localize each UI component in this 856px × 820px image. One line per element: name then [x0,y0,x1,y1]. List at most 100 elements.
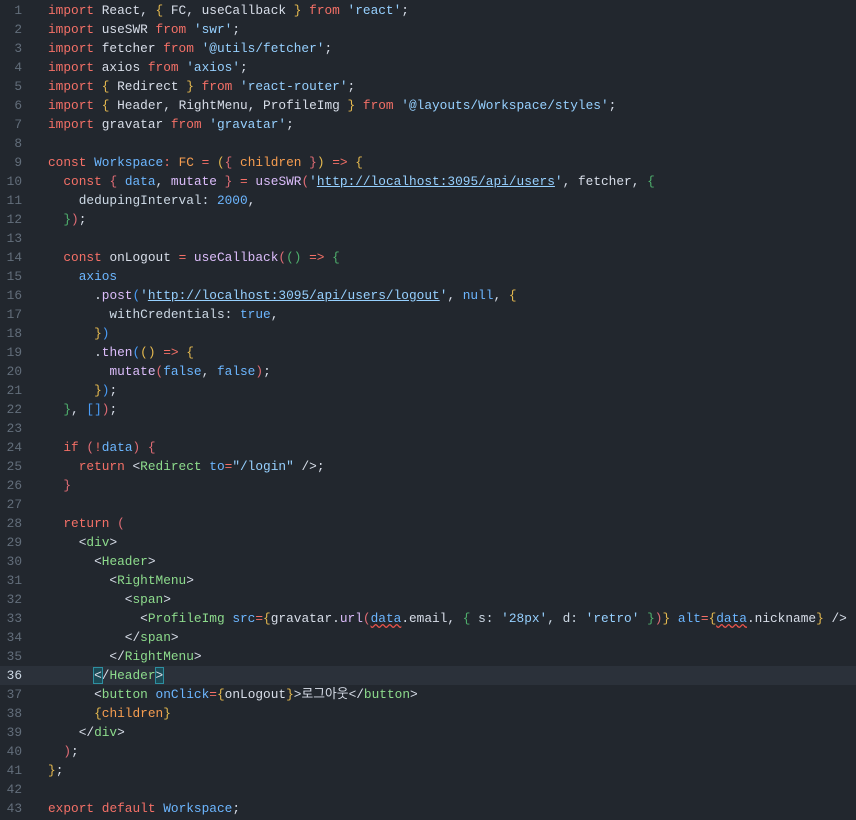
code-line[interactable]: 41}; [0,761,856,780]
code-token: span [140,630,171,645]
code-line[interactable]: 26 } [0,476,856,495]
code-line[interactable]: 3 import fetcher from '@utils/fetcher'; [0,39,856,58]
line-number: 2 [14,22,22,37]
code-line[interactable]: 4 import axios from 'axios'; [0,58,856,77]
code-token: FC, useCallback [163,3,294,18]
code-token: data [117,174,156,189]
code-token: gravatar [94,117,171,132]
code-token: s: [470,611,502,626]
code-token: import [48,22,95,37]
code-token: , [447,288,463,303]
code-line[interactable]: 24 if (!data) { [0,438,856,457]
code-line[interactable]: 5 import { Redirect } from 'react-router'… [0,77,856,96]
code-token: < [48,592,133,607]
code-token: withCredentials: [48,307,240,322]
code-token: } [163,706,171,721]
code-line[interactable]: 10 const { data, mutate } = useSWR('http… [0,172,856,191]
code-token: > [170,630,179,645]
code-token: ; [347,79,356,94]
code-line[interactable]: 27 [0,495,856,514]
code-line[interactable]: 15 axios [0,267,856,286]
code-line[interactable]: 40 ); [0,742,856,761]
code-text: <button onClick={onLogout}>로그아웃</button> [48,685,418,704]
code-line[interactable]: 35 </RightMenu> [0,647,856,666]
code-text: mutate(false, false); [48,362,270,381]
code-token: const [48,250,102,265]
code-token: button [101,687,148,702]
code-token: < [124,459,141,474]
code-token: useSWR [94,22,156,37]
code-line[interactable]: 32 <span> [0,590,856,609]
code-line[interactable]: 38 {children} [0,704,856,723]
code-text: ); [48,742,78,761]
code-line[interactable]: 30 <Header> [0,552,856,571]
code-token: => [155,345,187,360]
code-text: .then(() => { [48,343,194,362]
code-line[interactable]: 12 }); [0,210,856,229]
code-line[interactable]: 39 </div> [0,723,856,742]
code-token: import [48,117,95,132]
code-line[interactable]: 37 <button onClick={onLogout}>로그아웃</butt… [0,685,856,704]
code-line[interactable]: 21 }); [0,381,856,400]
code-text: .post('http://localhost:3095/api/users/l… [48,286,516,305]
code-token: : [163,155,179,170]
line-number: 21 [6,383,22,398]
code-line[interactable]: 20 mutate(false, false); [0,362,856,381]
code-text: </RightMenu> [48,647,201,666]
code-line[interactable]: 22 }, []); [0,400,856,419]
code-line[interactable]: 23 [0,419,856,438]
code-token: false [216,364,256,379]
line-number: 30 [6,554,22,569]
code-token: 'gravatar' [201,117,287,132]
code-line[interactable]: 33 <ProfileImg src={gravatar.url(data.em… [0,609,856,628]
code-line[interactable]: 28 return ( [0,514,856,533]
code-line[interactable]: 29 <div> [0,533,856,552]
code-token: Redirect [109,79,187,94]
code-token: "/login" [232,459,294,474]
code-token: { [332,250,340,265]
code-line[interactable]: 18 }) [0,324,856,343]
code-line[interactable]: 36 </Header> [0,666,856,685]
code-text: const onLogout = useCallback(() => { [48,248,340,267]
code-line[interactable]: 11 dedupingInterval: 2000, [0,191,856,210]
line-number: 33 [6,611,22,626]
code-token: import [48,41,95,56]
code-line[interactable]: 25 return <Redirect to="/login" />; [0,457,856,476]
code-token: } [662,611,671,626]
line-number: 43 [6,801,22,816]
code-line[interactable]: 14 const onLogout = useCallback(() => { [0,248,856,267]
code-line[interactable]: 13 [0,229,856,248]
code-editor[interactable]: 1 import React, { FC, useCallback } from … [0,0,856,818]
code-line[interactable]: 42 [0,780,856,799]
code-line[interactable]: 17 withCredentials: true, [0,305,856,324]
code-line[interactable]: 31 <RightMenu> [0,571,856,590]
line-number: 34 [6,630,22,645]
code-line[interactable]: 1 import React, { FC, useCallback } from … [0,1,856,20]
code-token: ) [101,326,110,341]
code-token: div [94,725,118,740]
code-line[interactable]: 8 [0,134,856,153]
code-line[interactable]: 9 const Workspace: FC = ({ children }) =>… [0,153,856,172]
code-text: }; [48,761,63,780]
code-token: ' [554,174,563,189]
code-line[interactable]: 2 import useSWR from 'swr'; [0,20,856,39]
code-line[interactable]: 19 .then(() => { [0,343,856,362]
code-line[interactable]: 16 .post('http://localhost:3095/api/user… [0,286,856,305]
code-line[interactable]: 34 </span> [0,628,856,647]
code-token: , fetcher, [562,174,648,189]
code-text: </div> [48,723,125,742]
code-line[interactable]: 7 import gravatar from 'gravatar'; [0,115,856,134]
code-token: ) [63,744,72,759]
code-line[interactable]: 43 export default Workspace; [0,799,856,818]
code-token: < [48,687,102,702]
code-token: } [309,155,317,170]
code-token: () [286,250,302,265]
code-text: <span> [48,590,171,609]
code-token: > [410,687,418,702]
code-token: span [132,592,164,607]
code-line[interactable]: 6 import { Header, RightMenu, ProfileImg … [0,96,856,115]
code-token: div [86,535,110,550]
line-number: 35 [6,649,22,664]
code-text: }, []); [48,400,117,419]
